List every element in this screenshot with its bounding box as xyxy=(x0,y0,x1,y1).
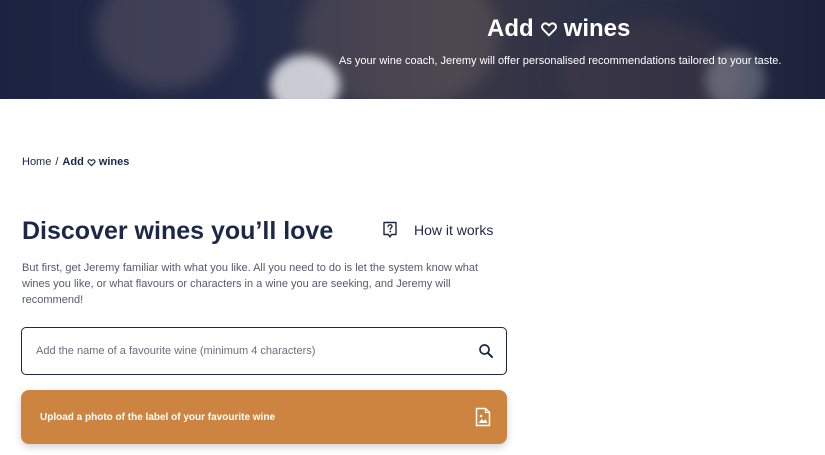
hero-banner: Add wines As your wine coach, Jeremy wil… xyxy=(0,0,825,99)
hero-background-blur xyxy=(95,0,235,90)
breadcrumb-current-suffix: wines xyxy=(98,156,130,168)
hero-title: Add wines xyxy=(487,13,630,45)
heart-icon xyxy=(87,158,96,167)
breadcrumb-home-link[interactable]: Home xyxy=(22,154,51,170)
page-title: Discover wines you’ll love xyxy=(22,217,334,245)
breadcrumb: Home / Add wines xyxy=(22,154,129,170)
how-it-works-link[interactable]: How it works xyxy=(381,219,493,241)
heart-icon xyxy=(540,20,558,38)
hero-title-prefix: Add xyxy=(487,15,534,42)
hero-title-suffix: wines xyxy=(563,15,631,42)
upload-label-photo-text: Upload a photo of the label of your favo… xyxy=(40,411,276,423)
intro-text: But first, get Jeremy familiar with what… xyxy=(22,262,479,306)
hero-subtitle: As your wine coach, Jeremy will offer pe… xyxy=(339,55,782,67)
how-it-works-label: How it works xyxy=(414,222,494,238)
wine-search-box xyxy=(21,327,507,375)
breadcrumb-current-prefix: Add xyxy=(62,156,84,168)
breadcrumb-current: Add wines xyxy=(62,154,129,170)
breadcrumb-separator: / xyxy=(55,156,59,168)
help-icon xyxy=(381,220,399,240)
image-file-icon xyxy=(475,407,491,427)
wine-search-input[interactable] xyxy=(22,328,478,374)
search-icon[interactable] xyxy=(478,343,494,359)
upload-label-photo-button[interactable]: Upload a photo of the label of your favo… xyxy=(21,390,507,444)
